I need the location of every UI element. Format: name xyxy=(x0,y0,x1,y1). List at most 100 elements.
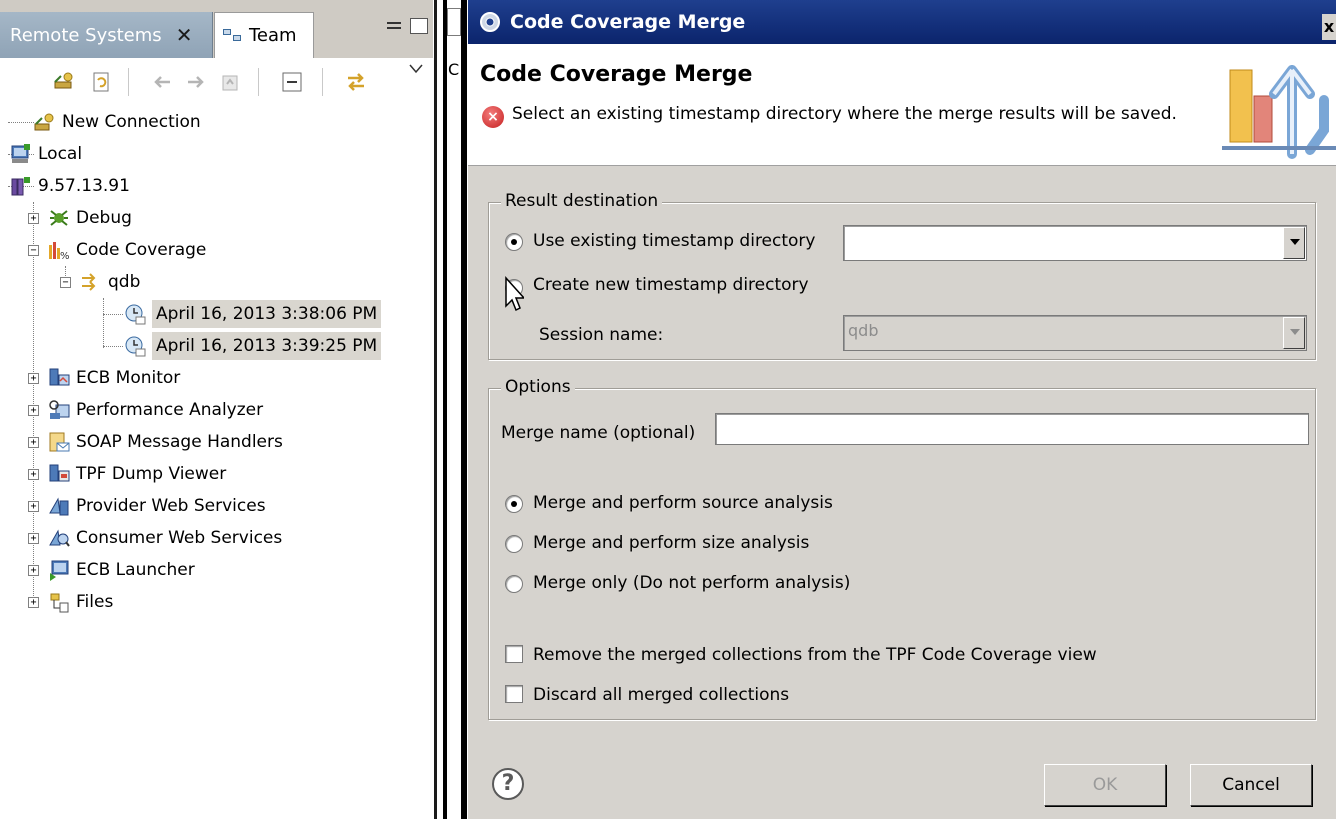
editor-partial-label: C xyxy=(448,60,460,79)
soap-handler-icon xyxy=(49,432,70,452)
tree-item-new-connection[interactable]: New Connection xyxy=(34,107,201,137)
tree-item-soap-handlers[interactable]: + SOAP Message Handlers xyxy=(28,427,283,457)
expand-toggle[interactable]: + xyxy=(28,405,39,416)
discard-collections-label[interactable]: Discard all merged collections xyxy=(533,685,789,705)
view-menu-chevron-icon[interactable] xyxy=(408,62,424,76)
size-analysis-radio[interactable] xyxy=(505,535,523,553)
tree-item-ecb-launcher[interactable]: + ECB Launcher xyxy=(28,555,195,585)
use-existing-label[interactable]: Use existing timestamp directory xyxy=(533,231,815,251)
tree-item-provider-ws[interactable]: + Provider Web Services xyxy=(28,491,266,521)
sash[interactable] xyxy=(434,0,437,819)
tab-remote-systems[interactable]: Remote Systems ✕ xyxy=(0,12,213,58)
tree-item-label: Debug xyxy=(76,208,132,228)
tree-item-label: April 16, 2013 3:38:06 PM xyxy=(152,300,382,328)
chevron-down-icon[interactable] xyxy=(1283,227,1305,259)
expand-toggle[interactable]: + xyxy=(28,565,39,576)
tree-item-host[interactable]: 9.57.13.91 xyxy=(10,171,130,201)
svg-text:%: % xyxy=(60,251,70,261)
minimize-view-button[interactable] xyxy=(386,18,404,34)
expand-toggle[interactable]: + xyxy=(28,533,39,544)
ecb-launcher-icon xyxy=(50,560,69,581)
tree-item-label: ECB Monitor xyxy=(76,368,181,388)
expand-toggle[interactable]: + xyxy=(28,501,39,512)
team-icon xyxy=(223,28,243,43)
options-group: Options Merge name (optional) Merge and … xyxy=(488,377,1316,720)
view-tab-bar: Remote Systems ✕ Team xyxy=(0,0,433,58)
tree-item-performance-analyzer[interactable]: + Performance Analyzer xyxy=(28,395,263,425)
tree-item-ecb-monitor[interactable]: + ECB Monitor xyxy=(28,363,180,393)
group-legend: Result destination xyxy=(501,191,663,211)
tree-item-qdb[interactable]: − qdb xyxy=(60,267,140,297)
size-analysis-label[interactable]: Merge and perform size analysis xyxy=(533,533,809,553)
discard-collections-checkbox[interactable] xyxy=(505,685,523,703)
source-analysis-radio[interactable] xyxy=(505,495,523,513)
define-connection-icon[interactable] xyxy=(52,70,76,94)
tab-remote-systems-label: Remote Systems xyxy=(10,24,162,46)
debug-icon xyxy=(50,210,68,226)
link-with-editor-icon[interactable] xyxy=(344,70,368,94)
toolbar-separator xyxy=(258,68,259,96)
tree-item-debug[interactable]: + Debug xyxy=(28,203,132,233)
remove-collections-checkbox[interactable] xyxy=(505,645,523,663)
home-icon[interactable] xyxy=(218,70,242,94)
error-icon: × xyxy=(482,106,504,128)
maximize-view-button[interactable] xyxy=(410,18,428,34)
merge-name-input[interactable] xyxy=(715,413,1309,445)
merge-only-label[interactable]: Merge only (Do not perform analysis) xyxy=(533,573,850,593)
tab-team-label: Team xyxy=(249,25,297,46)
tab-team[interactable]: Team xyxy=(214,12,314,58)
dialog-title-bar[interactable]: Code Coverage Merge x xyxy=(468,0,1336,44)
tree-item-code-coverage[interactable]: − % Code Coverage xyxy=(28,235,206,265)
source-analysis-label[interactable]: Merge and perform source analysis xyxy=(533,493,833,513)
tree-item-timestamp[interactable]: April 16, 2013 3:38:06 PM xyxy=(124,299,382,329)
tree-item-timestamp[interactable]: April 16, 2013 3:39:25 PM xyxy=(124,331,382,361)
expand-toggle[interactable]: + xyxy=(28,437,39,448)
expand-toggle[interactable]: + xyxy=(28,469,39,480)
expand-toggle[interactable]: + xyxy=(28,373,39,384)
ok-button[interactable]: OK xyxy=(1044,764,1166,806)
expand-toggle[interactable]: + xyxy=(28,597,39,608)
use-existing-radio[interactable] xyxy=(505,233,523,251)
timestamp-directory-combo[interactable] xyxy=(843,225,1307,261)
merge-banner-icon xyxy=(1222,65,1336,159)
code-coverage-icon: % xyxy=(49,242,70,261)
tree-item-label: Files xyxy=(76,592,114,612)
collapse-all-icon[interactable] xyxy=(280,70,304,94)
view-toolbar xyxy=(0,58,433,104)
tree-item-label: April 16, 2013 3:39:25 PM xyxy=(152,332,382,360)
files-icon xyxy=(50,593,69,613)
tree-item-dump-viewer[interactable]: + TPF Dump Viewer xyxy=(28,459,226,489)
editor-tab-fragment[interactable] xyxy=(447,8,461,36)
close-tab-icon[interactable]: ✕ xyxy=(176,23,193,47)
gear-icon xyxy=(480,12,500,32)
tree-item-files[interactable]: + Files xyxy=(28,587,113,617)
back-arrow-icon[interactable] xyxy=(150,70,174,94)
chevron-down-icon xyxy=(1283,317,1305,349)
refresh-icon[interactable] xyxy=(90,70,114,94)
expand-toggle[interactable]: + xyxy=(28,213,39,224)
close-icon[interactable]: x xyxy=(1322,14,1336,40)
tree-item-label: Local xyxy=(38,144,83,164)
help-icon[interactable]: ? xyxy=(492,768,524,800)
tree-item-consumer-ws[interactable]: + Consumer Web Services xyxy=(28,523,282,553)
consumer-ws-icon xyxy=(49,529,70,547)
collapse-toggle[interactable]: − xyxy=(28,245,39,256)
tree-connector xyxy=(103,314,123,315)
create-new-label[interactable]: Create new timestamp directory xyxy=(533,275,809,295)
remove-collections-label[interactable]: Remove the merged collections from the T… xyxy=(533,645,1097,665)
collapse-toggle[interactable]: − xyxy=(60,277,71,288)
tree-item-label: Performance Analyzer xyxy=(76,400,264,420)
tree-item-label: ECB Launcher xyxy=(76,560,195,580)
cancel-button[interactable]: Cancel xyxy=(1190,764,1312,806)
tree-item-label: 9.57.13.91 xyxy=(38,176,130,196)
page-title: Code Coverage Merge xyxy=(480,62,753,87)
editor-border xyxy=(461,0,467,819)
tree-item-local[interactable]: Local xyxy=(10,139,82,169)
dump-viewer-icon xyxy=(49,464,70,482)
merge-only-radio[interactable] xyxy=(505,575,523,593)
group-legend: Options xyxy=(501,377,575,397)
merge-name-label: Merge name (optional) xyxy=(501,423,696,443)
error-message: Select an existing timestamp directory w… xyxy=(512,104,1177,124)
forward-arrow-icon[interactable] xyxy=(184,70,208,94)
new-connection-icon xyxy=(34,113,54,131)
